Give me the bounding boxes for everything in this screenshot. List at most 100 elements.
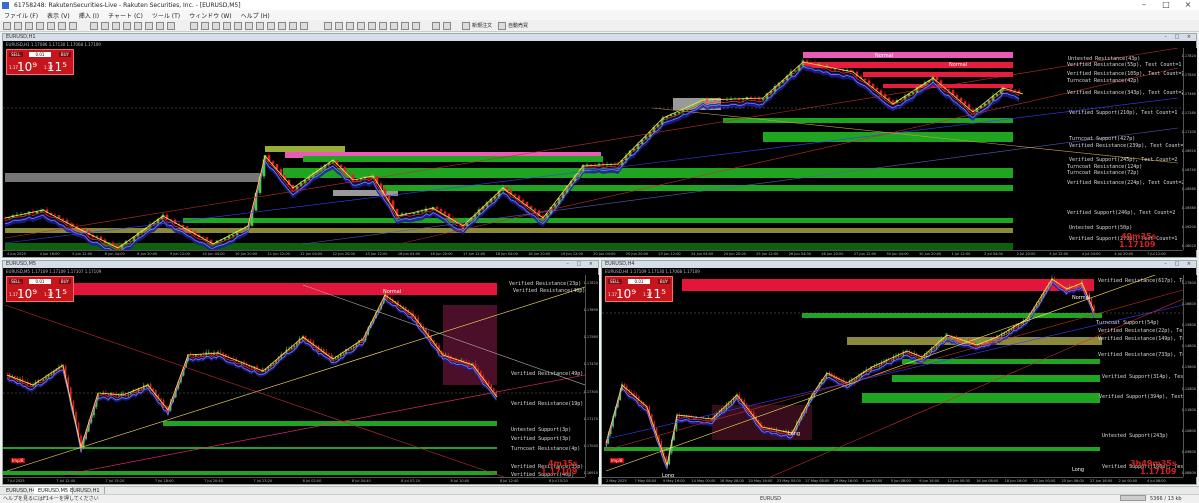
zoom-out-icon[interactable] (234, 22, 242, 30)
line-chart-icon[interactable] (212, 22, 220, 30)
mn-icon[interactable] (412, 22, 420, 30)
zoom-in-icon[interactable] (223, 22, 231, 30)
fibonacci-icon[interactable] (145, 22, 153, 30)
current-price: 1.17109 (541, 467, 578, 476)
window-titlebar: 61758248: RakutenSecurities-Live - Rakut… (0, 0, 1199, 10)
m1-icon[interactable] (324, 22, 332, 30)
menu-window[interactable]: ウィンドウ (W) (189, 11, 232, 20)
menu-view[interactable]: 表示 (V) (47, 11, 70, 20)
menu-insert[interactable]: 挿入 (I) (79, 11, 99, 20)
one-click-trading-panel[interactable]: SELL 0.01 BUY 1.17 10⁹ 1.17 11⁵ (605, 276, 673, 302)
menu-file[interactable]: ファイル (F) (4, 11, 38, 20)
price-chart[interactable]: Normal Normal Normal (3, 48, 1183, 250)
sell-button[interactable]: SELL (9, 52, 23, 57)
maximize-button[interactable]: □ (1155, 0, 1177, 10)
terminal-icon[interactable] (58, 22, 66, 30)
sr-zone (443, 305, 497, 385)
menu-chart[interactable]: チャート (C) (108, 11, 143, 20)
time-tick: 8 Jul 02:00 (302, 479, 322, 483)
candle (192, 355, 194, 357)
trendline-icon[interactable] (123, 22, 131, 30)
indicators-icon[interactable] (278, 22, 286, 30)
chart-window-m5[interactable]: EURUSD,M5– □ × EURUSD,M5 1.17109 1.17109… (2, 260, 599, 485)
pattern-marker: Normal (799, 48, 817, 50)
zone-label: Verified Resistance(40p) (513, 288, 586, 294)
buy-button[interactable]: BUY (657, 279, 670, 284)
candle (1005, 332, 1008, 334)
candle (307, 339, 309, 340)
zone-label: Turncoat Support(54p) (1096, 320, 1160, 326)
buy-button[interactable]: BUY (58, 52, 71, 57)
new-order-icon[interactable] (462, 22, 470, 30)
horizontal-line-icon[interactable] (112, 22, 120, 30)
text-icon[interactable] (156, 22, 164, 30)
candle (900, 354, 902, 356)
d1-icon[interactable] (390, 22, 398, 30)
market-watch-icon[interactable] (25, 22, 33, 30)
one-click-trading-panel[interactable]: SELL 0.01 BUY 1.17 10⁹ 1.17 11⁵ (6, 49, 74, 75)
sell-price: 10⁹ (17, 60, 38, 74)
w1-icon[interactable] (401, 22, 409, 30)
auto-trade-icon[interactable] (498, 22, 506, 30)
vertical-line-icon[interactable] (101, 22, 109, 30)
m15-icon[interactable] (346, 22, 354, 30)
data-window-icon[interactable] (36, 22, 44, 30)
minimize-button[interactable]: – (1133, 0, 1155, 10)
time-tick: 25 Jun 12:00 (756, 252, 779, 256)
lot-size-input[interactable]: 0.01 (29, 279, 51, 284)
time-tick: 7 Jul 18:00 (154, 479, 174, 483)
new-order-button[interactable]: 新規注文 (472, 22, 492, 29)
auto-trade-button[interactable]: 自動売買 (508, 22, 528, 29)
h4-icon[interactable] (379, 22, 387, 30)
periods-icon[interactable] (289, 22, 297, 30)
time-tick: 6 Jun 20:00 (137, 252, 158, 256)
candle (202, 354, 205, 356)
candlestick-icon[interactable] (201, 22, 209, 30)
autoscroll-icon[interactable] (256, 22, 264, 30)
sr-zone (63, 283, 497, 295)
pattern-marker: Normal (875, 53, 893, 59)
channel-icon[interactable] (134, 22, 142, 30)
profiles-icon[interactable] (14, 22, 22, 30)
candle (867, 80, 871, 84)
sell-button[interactable]: SELL (608, 279, 622, 284)
sell-button[interactable]: SELL (9, 279, 23, 284)
alerts-icon[interactable] (432, 22, 440, 30)
candle (490, 384, 492, 389)
lot-size-input[interactable]: 0.01 (29, 52, 51, 57)
chart-window-h4[interactable]: EURUSD,H4– □ × EURUSD,H4 1.17109 1.17130… (601, 260, 1199, 485)
buy-button[interactable]: BUY (58, 279, 71, 284)
mail-icon[interactable] (443, 22, 451, 30)
one-click-trading-panel[interactable]: SELL 0.01 BUY 1.17 10⁹ 1.17 11⁵ (6, 276, 74, 302)
tile-windows-icon[interactable] (245, 22, 253, 30)
templates-icon[interactable] (300, 22, 308, 30)
tester-icon[interactable] (69, 22, 77, 30)
label-icon[interactable] (167, 22, 175, 30)
menu-tools[interactable]: ツール (T) (152, 11, 180, 20)
navigator-icon[interactable] (47, 22, 55, 30)
chart-window-h1[interactable]: EURUSD,H1– □ × EURUSD,H1 1.17086 1.17130… (2, 33, 1197, 258)
new-chart-icon[interactable] (3, 22, 11, 30)
lot-size-input[interactable]: 0.01 (628, 279, 650, 284)
price-chart[interactable]: Normal (3, 275, 585, 477)
zone-label: Turncoat Resistance(72p) (1067, 170, 1140, 176)
chart-tabs: EURUSD,H4 EURUSD,M5 EURUSD,H1 (0, 486, 1199, 495)
close-button[interactable]: × (1177, 0, 1199, 10)
toolbar: 新規注文 自動売買 (0, 20, 1199, 32)
time-tick: 18 Jun 16:00 (1004, 479, 1027, 483)
bar-chart-icon[interactable] (190, 22, 198, 30)
sr-zone (723, 118, 1013, 123)
pattern-marker: Normal (949, 62, 967, 68)
sr-zone (883, 84, 1013, 88)
menu-help[interactable]: ヘルプ (H) (241, 11, 270, 20)
crosshair-icon[interactable] (90, 22, 98, 30)
time-tick: 11 Jun 12:00 (267, 252, 290, 256)
candle (741, 398, 743, 401)
h1-icon[interactable] (368, 22, 376, 30)
sr-zone (803, 62, 1013, 68)
m30-icon[interactable] (357, 22, 365, 30)
status-bar: ヘルプを見るにはF1キーを押してください EURUSD 5366 / 13 kb (0, 494, 1199, 502)
chart-shift-icon[interactable] (267, 22, 275, 30)
m5-icon[interactable] (335, 22, 343, 30)
price-chart[interactable]: LongLongLongNormal (602, 275, 1183, 477)
